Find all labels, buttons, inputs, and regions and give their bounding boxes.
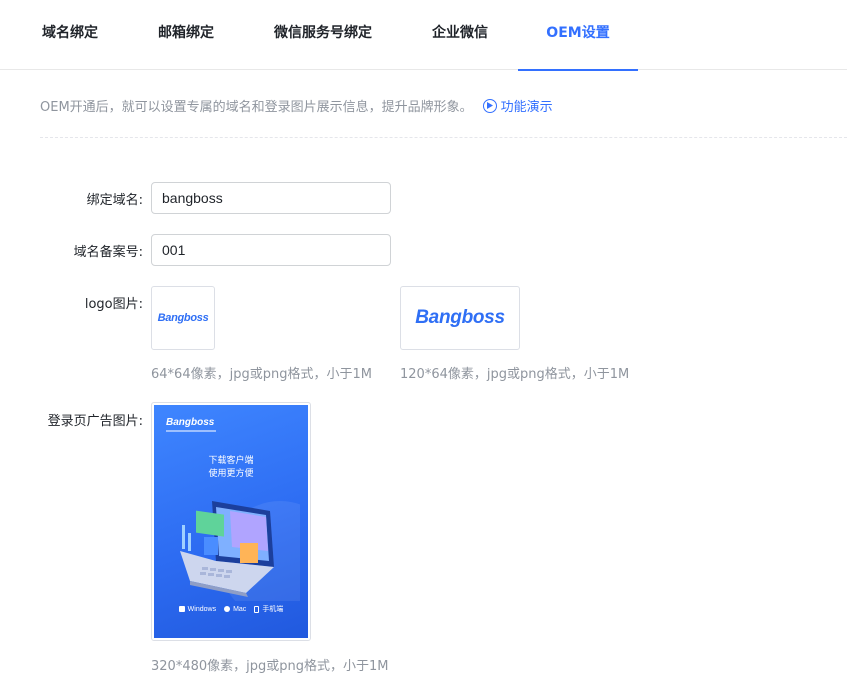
tab-bar: 域名绑定 邮箱绑定 微信服务号绑定 企业微信 OEM设置	[0, 0, 847, 71]
feature-demo-link[interactable]: 功能演示	[482, 96, 553, 115]
logo-small-upload[interactable]: Bangboss	[151, 286, 215, 350]
windows-icon	[178, 605, 185, 612]
logo-large-hint: 120*64像素，jpg或png格式，小于1M	[400, 367, 630, 382]
logo-large-upload[interactable]: Bangboss	[400, 286, 520, 350]
oem-info: OEM开通后，就可以设置专属的域名和登录图片展示信息，提升品牌形象。 功能演示	[40, 96, 553, 115]
logo-small-hint: 64*64像素，jpg或png格式，小于1M	[151, 367, 372, 382]
tab-oem-settings[interactable]: OEM设置	[518, 0, 638, 71]
divider	[40, 137, 847, 138]
ad-platforms: Windows Mac 手机端	[154, 604, 308, 614]
ad-line-2: 使用更方便	[208, 469, 254, 479]
logo-label: logo图片:	[84, 297, 143, 312]
tab-wechat-service-binding[interactable]: 微信服务号绑定	[272, 0, 374, 70]
ad-platform-mobile: 手机端	[254, 604, 283, 614]
logo-large-image: Bangboss	[415, 307, 505, 328]
ad-image-preview: Bangboss 下载客户端 使用更方便 Windows Mac 手机端	[154, 405, 308, 638]
ad-brand-tagline-bar	[166, 430, 216, 432]
phone-icon	[254, 605, 260, 613]
icp-label: 域名备案号:	[73, 245, 143, 260]
oem-info-text: OEM开通后，就可以设置专属的域名和登录图片展示信息，提升品牌形象。	[40, 100, 473, 115]
logo-small-image: Bangboss	[157, 312, 209, 324]
ad-platform-windows: Windows	[178, 605, 216, 613]
ad-brand-logo: Bangboss	[166, 417, 215, 428]
play-circle-icon	[482, 98, 497, 113]
ad-image-label: 登录页广告图片:	[47, 414, 143, 429]
ad-image-hint: 320*480像素，jpg或png格式，小于1M	[151, 659, 389, 674]
domain-label: 绑定域名:	[86, 193, 143, 208]
tab-domain-binding[interactable]: 域名绑定	[40, 0, 100, 70]
ad-image-upload[interactable]: Bangboss 下载客户端 使用更方便 Windows Mac 手机端	[151, 402, 311, 641]
laptop-illustration	[180, 501, 300, 601]
tab-wecom[interactable]: 企业微信	[430, 0, 490, 70]
feature-demo-label: 功能演示	[500, 100, 553, 115]
tab-email-binding[interactable]: 邮箱绑定	[156, 0, 216, 70]
ad-line-1: 下载客户端	[208, 456, 254, 466]
domain-input[interactable]	[151, 182, 391, 214]
ad-platform-mac: Mac	[224, 606, 246, 613]
icp-input[interactable]	[151, 234, 391, 266]
apple-icon	[224, 605, 231, 612]
